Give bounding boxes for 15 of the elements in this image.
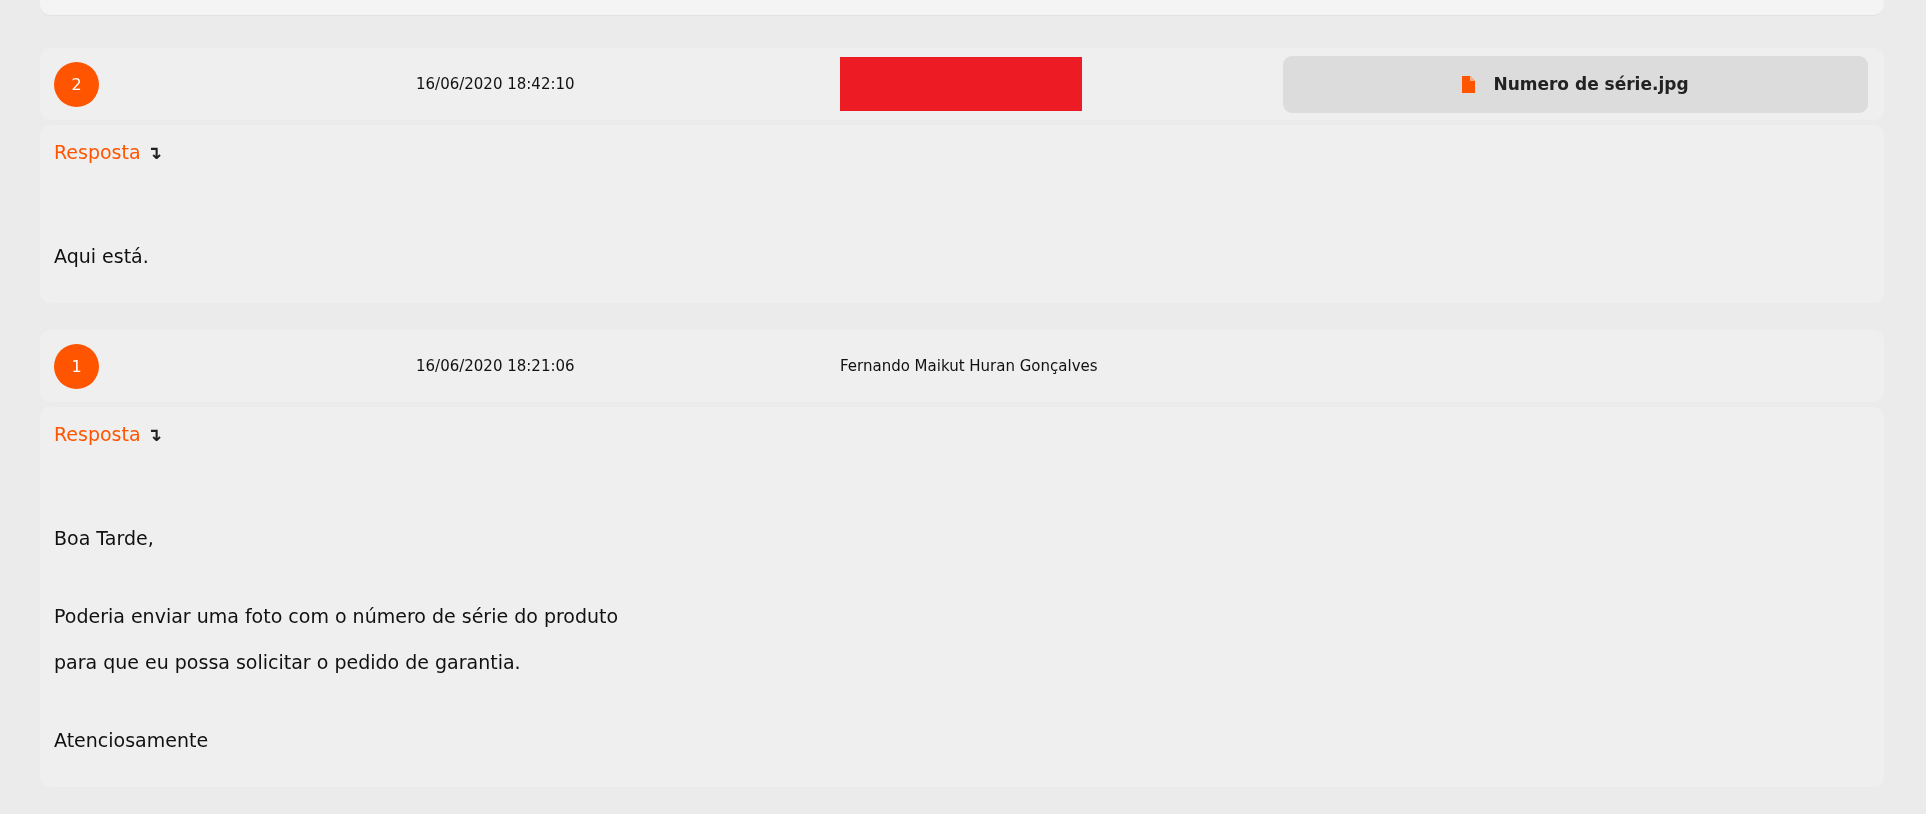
reply-label: Resposta <box>54 141 141 163</box>
reply-arrow-icon: ↴ <box>146 141 162 163</box>
message-paragraph: Atenciosamente <box>54 728 210 753</box>
message-date: 16/06/2020 18:42:10 <box>416 75 576 93</box>
message-date: 16/06/2020 18:21:06 <box>416 357 576 375</box>
author-name: Fernando Maikut Huran Gonçalves <box>840 357 1099 375</box>
message-paragraph: Boa Tarde, <box>54 526 155 551</box>
reply-arrow-icon: ↴ <box>146 423 162 445</box>
number-badge: 2 <box>54 61 99 107</box>
file-icon <box>1462 75 1476 93</box>
message-paragraph: Poderia enviar uma foto com o número de série do produto para que eu possa solicitar o pedido de garantia. <box>54 604 620 675</box>
message-paragraph: Aqui está. <box>54 244 150 269</box>
attachment-button[interactable]: Numero de série.jpg <box>1283 55 1868 113</box>
reply-label: Resposta <box>54 423 141 445</box>
number-badge: 1 <box>54 343 99 389</box>
